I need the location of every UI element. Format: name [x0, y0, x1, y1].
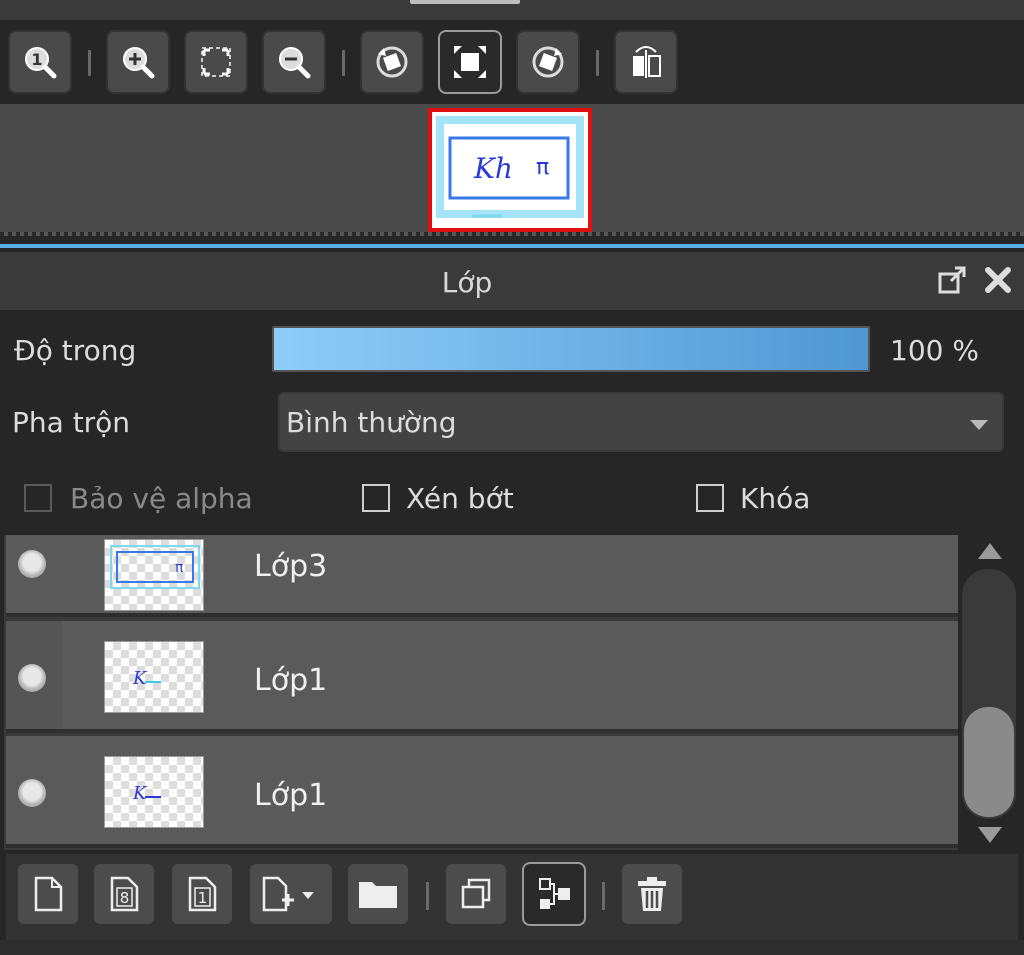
- navigator-title-cutoff: [410, 0, 520, 4]
- layer-thumbnail-image: K: [132, 783, 161, 804]
- new-8bit-layer-icon: 8: [110, 876, 139, 912]
- add-layer-menu-button[interactable]: [248, 862, 334, 926]
- visibility-toggle[interactable]: [18, 664, 46, 692]
- new-folder-icon: [359, 882, 397, 908]
- toolbar-separator: [596, 50, 599, 76]
- duplicate-layer-icon: [461, 878, 491, 909]
- toolbar-separator: [88, 50, 91, 76]
- zoom-actual-icon: 1: [25, 47, 57, 79]
- blend-mode-value: Bình thường: [286, 406, 457, 439]
- opacity-label: Độ trong: [14, 334, 137, 367]
- layer-toolbar-inner: [6, 854, 1018, 940]
- layer-name: Lớp3: [254, 549, 328, 584]
- flip-icon: [633, 46, 661, 78]
- zoom-actual-button[interactable]: 1: [8, 30, 72, 94]
- new-layer-button[interactable]: [16, 862, 80, 926]
- svg-text:π: π: [175, 560, 184, 576]
- chevron-down-icon: [970, 420, 988, 430]
- close-panel-button[interactable]: [980, 262, 1016, 298]
- scroll-down-arrow-icon[interactable]: [978, 827, 1002, 843]
- new-1bit-layer-icon: 1: [188, 876, 217, 912]
- new-folder-button[interactable]: [346, 862, 410, 926]
- rotate-right-button[interactable]: [516, 30, 580, 94]
- layer-panel-header: Lớp: [0, 252, 1024, 310]
- visibility-toggle[interactable]: [18, 550, 46, 578]
- fit-canvas-icon: [454, 46, 486, 78]
- protect-alpha-label: Bảo vệ alpha: [70, 482, 253, 515]
- new-8bit-layer-button[interactable]: 8: [92, 862, 156, 926]
- flip-button[interactable]: [614, 30, 678, 94]
- layer-panel-title: Lớp: [441, 266, 493, 299]
- layer-row[interactable]: π Lớp3: [6, 535, 958, 617]
- blend-mode-label: Pha trộn: [12, 406, 131, 439]
- splitter-handle[interactable]: [0, 232, 1024, 236]
- merge-down-button[interactable]: [522, 862, 586, 926]
- svg-text:1: 1: [31, 50, 42, 69]
- svg-text:π: π: [536, 155, 549, 180]
- rotate-right-icon: [532, 46, 564, 78]
- zoom-in-button[interactable]: [106, 30, 170, 94]
- fit-screen-button[interactable]: [184, 30, 248, 94]
- layer-name: Lớp1: [254, 778, 328, 813]
- delete-layer-button[interactable]: [620, 862, 684, 926]
- visibility-toggle[interactable]: [18, 779, 46, 807]
- rotate-left-icon: [376, 46, 408, 78]
- opacity-slider-fill: [274, 328, 868, 370]
- toolbar-separator: [342, 50, 345, 76]
- fit-canvas-button[interactable]: [438, 30, 502, 94]
- new-1bit-layer-button[interactable]: 1: [170, 862, 234, 926]
- merge-down-icon: [539, 878, 570, 909]
- panel-divider: [0, 244, 1024, 248]
- scrollbar-thumb[interactable]: [964, 707, 1014, 817]
- lock-label: Khóa: [740, 482, 811, 515]
- svg-text:K: K: [132, 783, 148, 804]
- panel-footer: [0, 940, 1024, 955]
- toolbar-separator: [426, 882, 429, 910]
- layer-settings: Độ trong 100 % Pha trộn Bình thường Bảo …: [0, 310, 1024, 535]
- layer-thumbnail-image: K: [132, 668, 161, 689]
- canvas-preview-thumbnail[interactable]: Kh π: [428, 108, 592, 232]
- navigator-preview[interactable]: Kh π: [0, 104, 1024, 236]
- rotate-left-button[interactable]: [360, 30, 424, 94]
- layer-row[interactable]: K Lớp1: [6, 621, 958, 733]
- fit-screen-icon: [201, 47, 231, 77]
- canvas-preview-image: Kh π: [432, 112, 588, 228]
- layer-thumbnail-image: π: [110, 545, 200, 589]
- navigator-toolbar: 1: [0, 20, 1024, 104]
- zoom-out-button[interactable]: [262, 30, 326, 94]
- svg-text:1: 1: [198, 889, 208, 907]
- svg-text:K: K: [132, 668, 148, 689]
- layer-row[interactable]: K Lớp1: [6, 736, 958, 848]
- layer-thumbnail: K: [104, 641, 204, 713]
- protect-alpha-checkbox[interactable]: [24, 484, 52, 512]
- layer-list[interactable]: π Lớp3 K Lớp1 K Lớp1: [4, 535, 958, 850]
- layer-thumbnail: π: [104, 539, 204, 611]
- duplicate-layer-button[interactable]: [444, 862, 508, 926]
- detach-panel-button[interactable]: [934, 262, 970, 298]
- svg-text:Kh: Kh: [473, 152, 513, 185]
- layer-thumbnail: K: [104, 756, 204, 828]
- opacity-value: 100 %: [890, 334, 979, 367]
- clipping-checkbox[interactable]: [362, 484, 390, 512]
- layer-list-scrollbar[interactable]: [958, 535, 1024, 850]
- svg-text:8: 8: [120, 889, 130, 907]
- lock-checkbox[interactable]: [696, 484, 724, 512]
- toolbar-separator: [602, 882, 605, 910]
- trash-icon: [638, 877, 666, 911]
- blend-mode-dropdown[interactable]: Bình thường: [278, 392, 1004, 452]
- layer-name: Lớp1: [254, 663, 328, 698]
- close-icon: [985, 267, 1011, 293]
- zoom-out-icon: [279, 47, 311, 79]
- zoom-in-icon: [123, 47, 155, 79]
- scroll-up-arrow-icon[interactable]: [978, 543, 1002, 559]
- new-layer-icon: [34, 876, 63, 912]
- popout-icon: [938, 266, 966, 294]
- opacity-slider[interactable]: [272, 326, 870, 372]
- navigator-title-bar: [0, 0, 1024, 20]
- clipping-label: Xén bớt: [406, 482, 514, 515]
- add-layer-menu-icon: [262, 876, 314, 912]
